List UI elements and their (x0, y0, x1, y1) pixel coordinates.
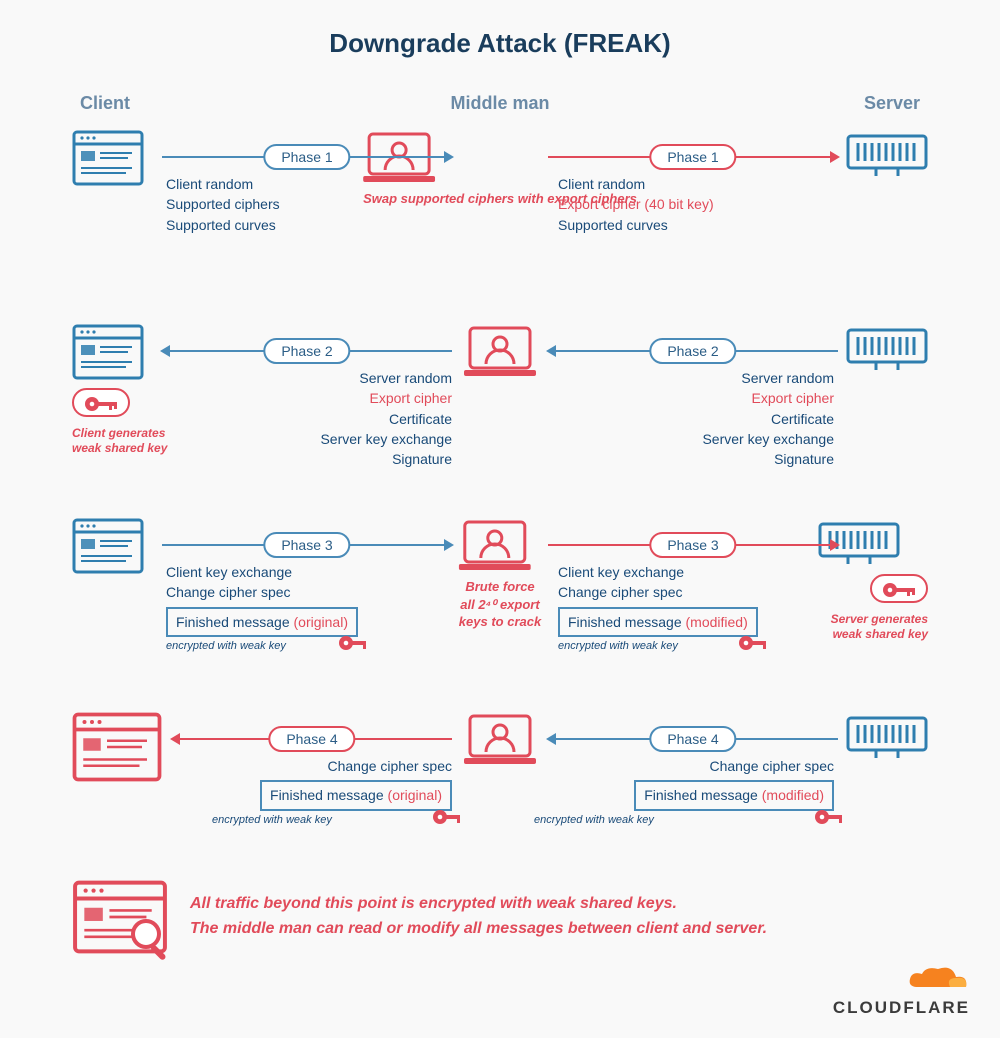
phase-3-row: Brute force all 2⁴⁰ export keys to crack… (72, 514, 928, 694)
column-headers: Client Middle man Server (0, 59, 1000, 126)
arrow-client-to-mid: Phase 1 (162, 156, 452, 158)
col-middle: Middle man (400, 93, 600, 114)
finished-msg-modified: Finished message (modified) (634, 780, 834, 810)
phase-pill: Phase 2 (649, 338, 736, 364)
cloud-icon (906, 965, 970, 993)
middleman-icon (464, 324, 536, 378)
phase-pill: Phase 3 (649, 532, 736, 558)
arrow-server-to-mid: Phase 4 (548, 738, 838, 740)
cloudflare-logo: CLOUDFLARE (833, 965, 970, 1018)
arrow-mid-to-server: Phase 1 (548, 156, 838, 158)
phase-1-row: Swap supported ciphers with export ciphe… (72, 126, 928, 306)
client-icon (72, 130, 144, 186)
phase-2-row: Client generates weak shared key Phase 2… (72, 320, 928, 500)
phase4-right-msgs: Change cipher spec Finished message (mod… (534, 756, 834, 829)
phase-pill: Phase 4 (649, 726, 736, 752)
server-icon (846, 130, 928, 178)
page-title: Downgrade Attack (FREAK) (0, 0, 1000, 59)
server-icon (846, 712, 928, 760)
phase2-left-msgs: Server random Export cipher Certificate … (162, 368, 452, 469)
conclusion-text: All traffic beyond this point is encrypt… (190, 892, 767, 942)
arrow-mid-to-client: Phase 2 (162, 350, 452, 352)
phase3-left-msgs: Client key exchange Change cipher spec F… (166, 562, 456, 655)
arrow-server-to-mid: Phase 2 (548, 350, 838, 352)
phase4-left-msgs: Change cipher spec Finished message (ori… (212, 756, 452, 829)
phase-pill: Phase 2 (263, 338, 350, 364)
phase3-right-msgs: Client key exchange Change cipher spec F… (558, 562, 858, 655)
phase-pill: Phase 1 (649, 144, 736, 170)
col-server: Server (720, 93, 920, 114)
finished-msg-original: Finished message (original) (260, 780, 452, 810)
phase-pill: Phase 3 (263, 532, 350, 558)
conclusion-row: All traffic beyond this point is encrypt… (72, 880, 928, 954)
arrow-client-to-mid: Phase 3 (162, 544, 452, 546)
server-icon (846, 324, 928, 372)
phase1-right-msgs: Client random Export cipher (40 bit key)… (558, 174, 858, 235)
phase1-left-msgs: Client random Supported ciphers Supporte… (166, 174, 456, 235)
arrow-mid-to-client: Phase 4 (172, 738, 452, 740)
arrow-mid-to-server: Phase 3 (548, 544, 838, 546)
browser-magnify-icon (72, 880, 168, 954)
phase-pill: Phase 4 (268, 726, 355, 752)
phase-pill: Phase 1 (263, 144, 350, 170)
mid-note-brute: Brute force all 2⁴⁰ export keys to crack (459, 578, 541, 631)
col-client: Client (80, 93, 280, 114)
middleman-icon: Brute force all 2⁴⁰ export keys to crack (459, 518, 541, 631)
phase-4-row: Phase 4 Phase 4 Change cipher spec Finis… (72, 708, 928, 868)
client-icon (72, 712, 162, 782)
brand-text: CLOUDFLARE (833, 998, 970, 1018)
client-icon (72, 518, 144, 574)
finished-msg-original: Finished message (original) (166, 607, 358, 637)
middleman-icon (464, 712, 536, 766)
phase2-right-msgs: Server random Export cipher Certificate … (534, 368, 834, 469)
finished-msg-modified: Finished message (modified) (558, 607, 758, 637)
